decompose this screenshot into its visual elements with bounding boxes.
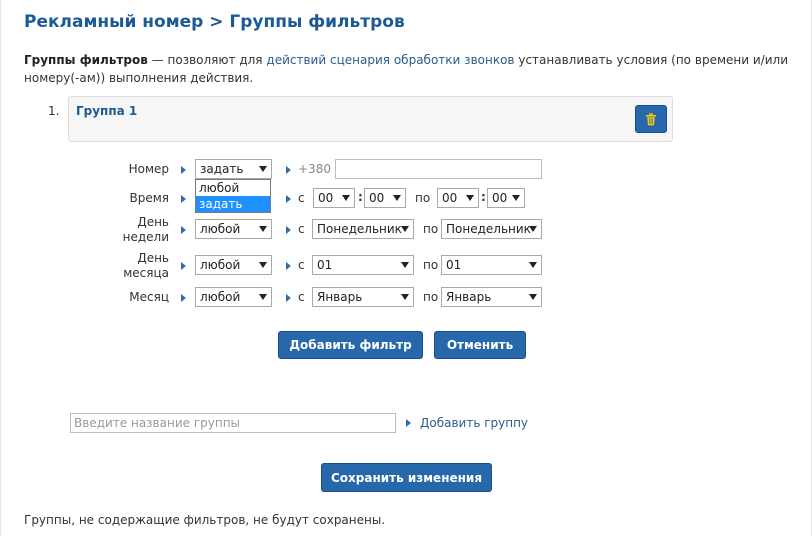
chevron-down-icon: [512, 195, 520, 201]
cancel-button[interactable]: Отменить: [434, 331, 526, 359]
chevron-down-icon: [259, 262, 267, 268]
phone-prefix: +380: [298, 162, 331, 176]
arrow-icon: [286, 166, 291, 174]
arrow-icon: [181, 262, 186, 270]
arrow-icon: [286, 262, 291, 270]
chevron-down-icon: [529, 226, 537, 232]
description-term: Группы фильтров: [24, 53, 148, 67]
description-text-before: — позволяют для: [147, 53, 267, 67]
time-from-hour-select[interactable]: 00: [313, 188, 355, 208]
chevron-down-icon: [529, 294, 537, 300]
group-name-input[interactable]: Введите название группы: [70, 413, 396, 433]
filter-label-number: Номер: [128, 162, 169, 176]
filter-label-weekday: День недели: [122, 215, 169, 244]
scenario-actions-link[interactable]: действий сценария обработки звонков: [266, 53, 514, 67]
page-description: Группы фильтров — позволяют для действий…: [24, 51, 788, 87]
trash-icon: [646, 112, 656, 125]
frame-border-left: [0, 0, 1, 536]
arrow-icon: [181, 294, 186, 302]
arrow-icon: [406, 419, 411, 427]
monthday-from-select[interactable]: 01: [312, 255, 414, 275]
time-separator: :: [358, 190, 363, 204]
weekday-from-select[interactable]: Понедельник: [312, 219, 414, 239]
time-from-minute-select[interactable]: 00: [364, 188, 406, 208]
time-separator: :: [481, 190, 486, 204]
dropdown-option-set[interactable]: задать: [196, 196, 270, 212]
number-mode-dropdown: любой задать: [195, 179, 271, 213]
monthday-to-select[interactable]: 01: [441, 255, 542, 275]
month-from-word: с: [298, 290, 305, 304]
number-mode-select[interactable]: задать: [195, 159, 272, 179]
weekday-to-select[interactable]: Понедельник: [441, 219, 542, 239]
phone-number-input[interactable]: [335, 159, 542, 179]
chevron-down-icon: [401, 226, 409, 232]
time-to-hour-select[interactable]: 00: [437, 188, 479, 208]
chevron-down-icon: [401, 262, 409, 268]
arrow-icon: [286, 226, 291, 234]
weekday-mode-select[interactable]: любой: [195, 219, 272, 239]
group-number: 1.: [48, 104, 60, 118]
chevron-down-icon: [466, 195, 474, 201]
save-changes-button[interactable]: Сохранить изменения: [321, 463, 492, 492]
delete-group-button[interactable]: [635, 105, 667, 133]
time-to-minute-select[interactable]: 00: [487, 188, 525, 208]
add-filter-button[interactable]: Добавить фильтр: [278, 331, 423, 359]
arrow-icon: [286, 195, 291, 203]
footer-note: Группы, не содержащие фильтров, не будут…: [24, 513, 386, 527]
arrow-icon: [181, 166, 186, 174]
group-name[interactable]: Группа 1: [76, 104, 137, 118]
arrow-icon: [286, 294, 291, 302]
month-from-select[interactable]: Январь: [312, 287, 414, 307]
add-group-link[interactable]: Добавить группу: [420, 416, 528, 430]
chevron-down-icon: [393, 195, 401, 201]
monthday-mode-select[interactable]: любой: [195, 255, 272, 275]
chevron-down-icon: [259, 294, 267, 300]
filter-label-time: Время: [129, 191, 169, 205]
chevron-down-icon: [529, 262, 537, 268]
weekday-from-word: с: [298, 222, 305, 236]
filter-label-month: Месяц: [129, 290, 169, 304]
page-title: Рекламный номер > Группы фильтров: [24, 12, 405, 32]
chevron-down-icon: [401, 294, 409, 300]
group-panel: Группа 1: [68, 96, 673, 142]
time-from-word: с: [298, 191, 305, 205]
chevron-down-icon: [259, 166, 267, 172]
arrow-icon: [181, 226, 186, 234]
arrow-icon: [181, 195, 186, 203]
weekday-to-word: по: [423, 222, 439, 236]
month-to-word: по: [423, 290, 439, 304]
filter-label-monthday: День месяца: [123, 251, 169, 280]
time-to-word: по: [415, 191, 431, 205]
chevron-down-icon: [342, 195, 350, 201]
month-mode-select[interactable]: любой: [195, 287, 272, 307]
chevron-down-icon: [259, 226, 267, 232]
month-to-select[interactable]: Январь: [441, 287, 542, 307]
dropdown-option-any[interactable]: любой: [196, 180, 270, 196]
monthday-to-word: по: [423, 258, 439, 272]
monthday-from-word: с: [298, 258, 305, 272]
